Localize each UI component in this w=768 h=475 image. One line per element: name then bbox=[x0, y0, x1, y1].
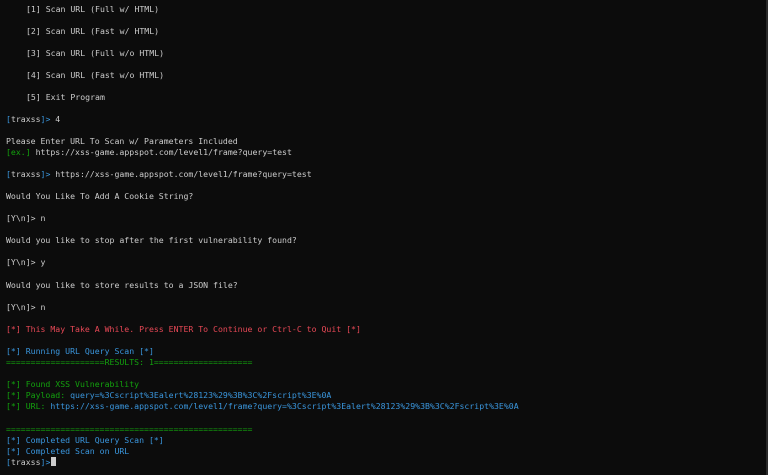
stop-answer-line: [Y\n]> y bbox=[6, 257, 45, 267]
menu-option-4: [4] Scan URL (Fast w/o HTML) bbox=[26, 70, 165, 80]
vuln-url-value: https://xss-game.appspot.com/level1/fram… bbox=[45, 401, 519, 411]
payload-line: [*] Payload: query=%3Cscript%3Ealert%281… bbox=[6, 390, 331, 400]
json-answer: n bbox=[35, 302, 46, 312]
prompt-name: traxss bbox=[10, 457, 41, 467]
completed-scan-message: [*] Completed Scan on URL bbox=[6, 446, 130, 456]
prompt-line-url: [traxss]> https://xss-game.appspot.com/l… bbox=[6, 169, 312, 179]
prompt-close: ]> bbox=[40, 169, 51, 179]
vuln-url-tag: [*] URL: bbox=[6, 401, 46, 411]
prompt-name: traxss bbox=[10, 169, 41, 179]
text-cursor bbox=[51, 457, 57, 466]
yn-prompt: [Y\n]> bbox=[6, 213, 36, 223]
prompt-name: traxss bbox=[10, 114, 41, 124]
payload-value: query=%3Cscript%3Ealert%28123%29%3B%3C%2… bbox=[65, 390, 332, 400]
prompt-close: ]> bbox=[40, 114, 51, 124]
choice-input: 4 bbox=[50, 114, 61, 124]
cookie-answer-line: [Y\n]> n bbox=[6, 213, 45, 223]
warning-message: [*] This May Take A While. Press ENTER T… bbox=[6, 324, 361, 334]
cookie-answer: n bbox=[35, 213, 46, 223]
json-answer-line: [Y\n]> n bbox=[6, 302, 45, 312]
prompt-line-choice: [traxss]> 4 bbox=[6, 114, 60, 124]
json-question: Would you like to store results to a JSO… bbox=[6, 280, 238, 290]
example-line: [ex.] https://xss-game.appspot.com/level… bbox=[6, 147, 292, 157]
payload-tag: [*] Payload: bbox=[6, 390, 66, 400]
vuln-url-line: [*] URL: https://xss-game.appspot.com/le… bbox=[6, 401, 519, 411]
yn-prompt: [Y\n]> bbox=[6, 302, 36, 312]
found-message: [*] Found XSS Vulnerability bbox=[6, 379, 140, 389]
results-divider: ====================RESULTS: 1==========… bbox=[6, 357, 253, 367]
example-tag: [ex.] bbox=[6, 147, 31, 157]
completed-query-message: [*] Completed URL Query Scan [*] bbox=[6, 435, 164, 445]
cookie-question: Would You Like To Add A Cookie String? bbox=[6, 191, 194, 201]
url-input: https://xss-game.appspot.com/level1/fram… bbox=[50, 169, 312, 179]
menu-option-5: [5] Exit Program bbox=[26, 92, 105, 102]
prompt-line-final[interactable]: [traxss]> bbox=[6, 457, 57, 467]
prompt-close: ]> bbox=[40, 457, 51, 467]
menu-option-3: [3] Scan URL (Full w/o HTML) bbox=[26, 48, 165, 58]
yn-prompt: [Y\n]> bbox=[6, 257, 36, 267]
stop-answer: y bbox=[35, 257, 46, 267]
menu-option-2: [2] Scan URL (Fast w/ HTML) bbox=[26, 26, 160, 36]
example-url: https://xss-game.appspot.com/level1/fram… bbox=[30, 147, 292, 157]
enter-url-message: Please Enter URL To Scan w/ Parameters I… bbox=[6, 136, 238, 146]
terminal-window[interactable]: [1] Scan URL (Full w/ HTML) [2] Scan URL… bbox=[0, 0, 768, 475]
stop-question: Would you like to stop after the first v… bbox=[6, 235, 297, 245]
running-message: [*] Running URL Query Scan [*] bbox=[6, 346, 154, 356]
end-divider: ========================================… bbox=[6, 424, 253, 434]
menu-option-1: [1] Scan URL (Full w/ HTML) bbox=[26, 4, 160, 14]
